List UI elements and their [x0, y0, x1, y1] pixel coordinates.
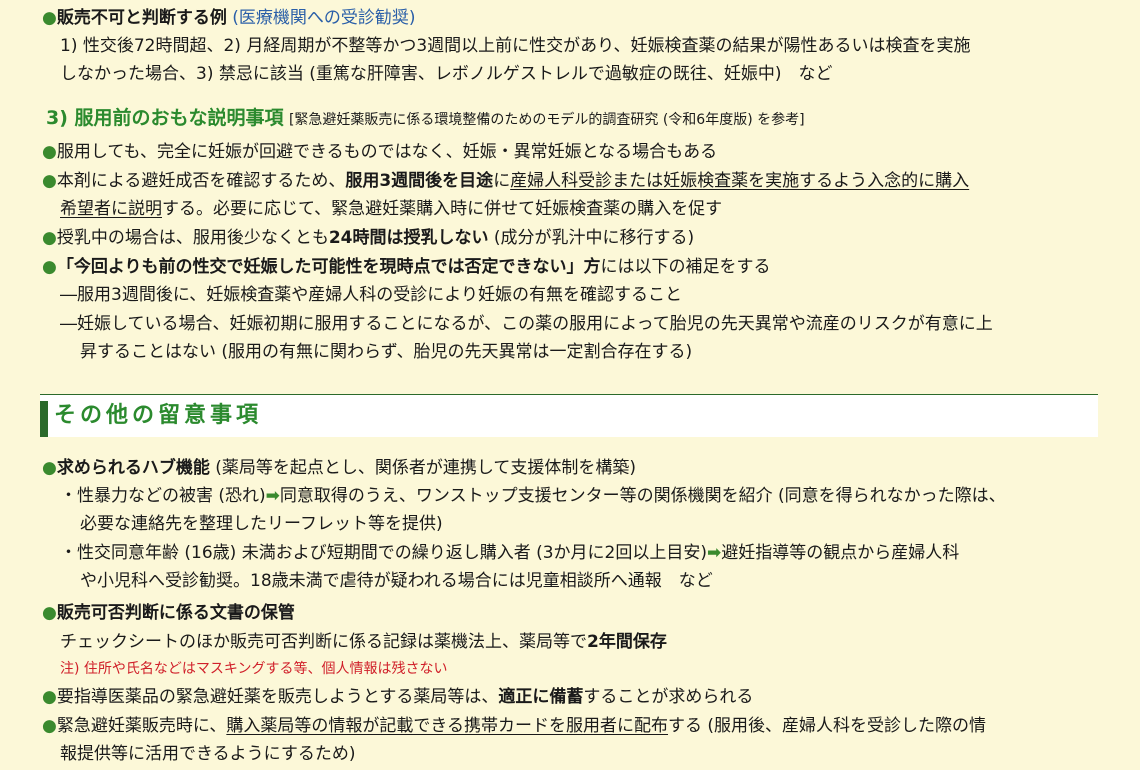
- arrow-right-icon: ➡: [265, 486, 280, 506]
- explain-dash-2-cont: 昇することはない (服用の有無に関わらず、胎児の先天異常は一定割合存在する): [80, 342, 693, 362]
- not-for-sale-heading-line: ●販売不可と判断する例 (医療機関への受診勧奨): [42, 6, 416, 30]
- explain-heading: 3) 服用前のおもな説明事項: [46, 107, 284, 129]
- stock-text-b: 適正に備蓄: [498, 687, 584, 707]
- arrow-right-icon: ➡: [707, 543, 722, 563]
- explain-text-3b: 24時間は授乳しない: [328, 228, 489, 248]
- privacy-note: 注) 住所や氏名などはマスキングする等、個人情報は残さない: [60, 661, 448, 677]
- explain-bullet-4: ●「今回よりも前の性交で妊娠した可能性を現時点では否定できない」方には以下の補足…: [42, 255, 771, 279]
- hub-sub-1: ・性暴力などの被害 (恐れ)➡同意取得のうえ、ワンストップ支援センター等の関係機…: [60, 484, 1006, 508]
- explain-text-4b: には以下の補足をする: [600, 257, 771, 277]
- bullet-icon: ●: [42, 257, 57, 277]
- referral-note: (医療機関への受診勧奨): [232, 8, 416, 28]
- explain-text-2f: する。必要に応じて、緊急避妊薬購入時に併せて妊娠検査薬の購入を促す: [162, 199, 723, 219]
- hub-sub-1-cont: 必要な連絡先を整理したリーフレット等を提供): [80, 514, 443, 534]
- card-line-cont: 報提供等に活用できるようにするため): [60, 744, 356, 764]
- explain-bullet-2-cont: 希望者に説明する。必要に応じて、緊急避妊薬購入時に併せて妊娠検査薬の購入を促す: [60, 197, 722, 221]
- card-text-a: 緊急避妊薬販売時に、: [56, 716, 227, 736]
- hub-sub-2a: ・性交同意年齢 (16歳) 未満および短期間での繰り返し購入者 (3か月に2回以…: [60, 543, 708, 563]
- bullet-icon: ●: [42, 458, 57, 478]
- not-for-sale-heading: 販売不可と判断する例: [56, 8, 227, 28]
- explain-bullet-1: ●服用しても、完全に妊娠が回避できるものではなく、妊娠・異常妊娠となる場合もある: [42, 140, 717, 164]
- hub-sub-1a: ・性暴力などの被害 (恐れ): [60, 486, 266, 506]
- explain-text-4a: 「今回よりも前の性交で妊娠した可能性を現時点では否定できない」方: [56, 257, 601, 277]
- explain-text-2e: 希望者に説明: [60, 199, 162, 219]
- explain-text-2c: に: [493, 171, 511, 191]
- document-storage-text: チェックシートのほか販売可否判断に係る記録は薬機法上、薬局等で2年間保存: [60, 630, 667, 654]
- stock-text-a: 要指導医薬品の緊急避妊薬を販売しようとする薬局等は、: [56, 687, 499, 707]
- document-storage-heading: 販売可否判断に係る文書の保管: [56, 603, 295, 623]
- bullet-icon: ●: [42, 8, 57, 28]
- explain-dash-1: ―服用3週間後に、妊娠検査薬や産婦人科の受診により妊娠の有無を確認すること: [60, 285, 682, 305]
- stock-text-c: することが求められる: [583, 687, 754, 707]
- bullet-icon: ●: [42, 603, 57, 623]
- explain-text-3c: (成分が乳汁中に移行する): [488, 228, 695, 248]
- bullet-icon: ●: [42, 716, 57, 736]
- stock-line: ●要指導医薬品の緊急避妊薬を販売しようとする薬局等は、適正に備蓄することが求めら…: [42, 685, 753, 709]
- explain-dash-2: ―妊娠している場合、妊娠初期に服用することになるが、この薬の服用によって胎児の先…: [60, 314, 993, 334]
- hub-sub-2-cont: や小児科へ受診勧奨。18歳未満で虐待が疑われる場合には児童相談所へ通報 など: [80, 571, 713, 591]
- bullet-icon: ●: [42, 687, 57, 707]
- hub-function-heading: 求められるハブ機能: [56, 458, 210, 478]
- document-storage-line: ●販売可否判断に係る文書の保管: [42, 601, 295, 625]
- card-text-c: する (服用後、産婦人科を受診した際の情: [668, 716, 987, 736]
- section-header: その他の留意事項: [40, 394, 1098, 437]
- not-for-sale-text-1: 1) 性交後72時間超、2) 月経周期が不整等かつ3週間以上前に性交があり、妊娠…: [60, 36, 971, 56]
- explain-text-1: 服用しても、完全に妊娠が回避できるものではなく、妊娠・異常妊娠となる場合もある: [56, 142, 718, 162]
- section-title: その他の留意事項: [54, 403, 263, 428]
- bullet-icon: ●: [42, 171, 57, 191]
- not-for-sale-text-2: しなかった場合、3) 禁忌に該当 (重篤な肝障害、レボノルゲストレルで過敏症の既…: [60, 64, 833, 84]
- document-storage-text-a: チェックシートのほか販売可否判断に係る記録は薬機法上、薬局等で: [60, 632, 587, 652]
- explain-text-3a: 授乳中の場合は、服用後少なくとも: [56, 228, 329, 248]
- bullet-icon: ●: [42, 228, 57, 248]
- hub-function-line: ●求められるハブ機能 (薬局等を起点とし、関係者が連携して支援体制を構築): [42, 456, 636, 480]
- explain-bullet-2: ●本剤による避妊成否を確認するため、服用3週間後を目途に産婦人科受診または妊娠検…: [42, 169, 969, 193]
- card-line: ●緊急避妊薬販売時に、購入薬局等の情報が記載できる携帯カードを服用者に配布する …: [42, 714, 986, 738]
- document-storage-text-b: 2年間保存: [587, 632, 667, 652]
- explain-text-2d: 産婦人科受診または妊娠検査薬を実施するよう入念的に購入: [510, 171, 970, 191]
- hub-sub-2b: 避妊指導等の観点から産婦人科: [721, 543, 960, 563]
- bullet-icon: ●: [42, 142, 57, 162]
- explain-bullet-3: ●授乳中の場合は、服用後少なくとも24時間は授乳しない (成分が乳汁中に移行する…: [42, 226, 694, 250]
- explain-text-2a: 本剤による避妊成否を確認するため、: [56, 171, 346, 191]
- hub-sub-1b: 同意取得のうえ、ワンストップ支援センター等の関係機関を紹介 (同意を得られなかっ…: [279, 486, 1006, 506]
- hub-sub-2: ・性交同意年齢 (16歳) 未満および短期間での繰り返し購入者 (3か月に2回以…: [60, 541, 959, 565]
- explain-heading-note: [緊急避妊薬販売に係る環境整備のためのモデル的調査研究 (令和6年度版) を参考…: [288, 112, 805, 128]
- explain-heading-line: 3) 服用前のおもな説明事項 [緊急避妊薬販売に係る環境整備のためのモデル的調査…: [46, 106, 805, 132]
- card-text-b: 購入薬局等の情報が記載できる携帯カードを服用者に配布: [226, 716, 669, 736]
- hub-function-note: (薬局等を起点とし、関係者が連携して支援体制を構築): [209, 458, 637, 478]
- explain-text-2b: 服用3週間後を目途: [345, 171, 494, 191]
